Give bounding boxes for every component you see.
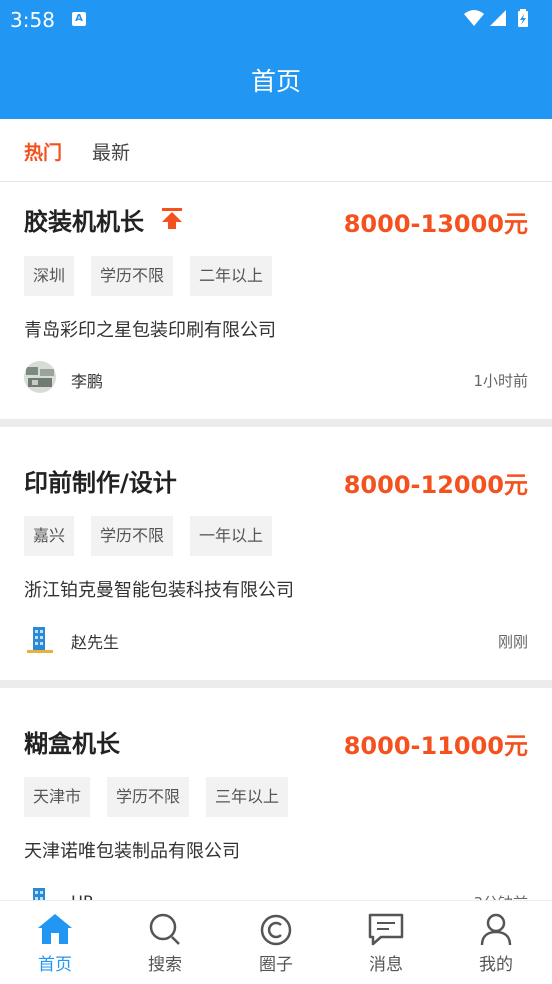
home-icon bbox=[38, 914, 72, 944]
nav-search-label: 搜索 bbox=[148, 955, 182, 975]
nav-search[interactable]: 搜索 bbox=[110, 901, 220, 984]
nav-messages[interactable]: 消息 bbox=[331, 901, 441, 984]
a-letter-icon: A bbox=[72, 12, 86, 26]
nav-circle-label: 圈子 bbox=[259, 955, 293, 975]
nav-me[interactable]: 我的 bbox=[441, 901, 551, 984]
contact-name: HR bbox=[71, 892, 94, 900]
job-tags: 天津市 学历不限 三年以上 bbox=[24, 777, 289, 817]
post-time: 1小时前 bbox=[473, 372, 528, 390]
circle-icon bbox=[260, 914, 292, 946]
post-time: 刚刚 bbox=[497, 633, 528, 651]
job-card[interactable]: 糊盒机长 8000-11000元 天津市 学历不限 三年以上 天津诺唯包装制品有… bbox=[0, 688, 552, 900]
avatar bbox=[24, 361, 56, 393]
message-icon bbox=[368, 913, 404, 946]
job-salary: 8000-11000元 bbox=[343, 732, 528, 760]
tag-location: 深圳 bbox=[24, 256, 75, 296]
job-title: 糊盒机长 bbox=[24, 730, 120, 758]
status-bar: 3:58 A bbox=[0, 0, 552, 38]
tag-location: 嘉兴 bbox=[24, 516, 75, 556]
job-title: 胶装机机长 bbox=[24, 208, 144, 236]
nav-circle[interactable]: 圈子 bbox=[221, 901, 331, 984]
job-title: 印前制作/设计 bbox=[24, 469, 177, 497]
contact-name: 赵先生 bbox=[71, 633, 120, 652]
nav-me-label: 我的 bbox=[479, 955, 513, 975]
nav-messages-label: 消息 bbox=[369, 955, 403, 975]
status-time: 3:58 bbox=[10, 8, 55, 32]
tab-hot[interactable]: 热门 bbox=[24, 138, 62, 165]
nav-home[interactable]: 首页 bbox=[0, 901, 110, 984]
tab-bar: 热门 最新 bbox=[0, 119, 552, 182]
company-name: 浙江铂克曼智能包装科技有限公司 bbox=[24, 580, 294, 601]
job-tags: 深圳 学历不限 二年以上 bbox=[24, 256, 273, 296]
job-card[interactable]: 印前制作/设计 8000-12000元 嘉兴 学历不限 一年以上 浙江铂克曼智能… bbox=[0, 427, 552, 680]
contact-name: 李鹏 bbox=[71, 372, 104, 391]
job-salary: 8000-12000元 bbox=[343, 471, 528, 499]
building-avatar-icon bbox=[24, 623, 56, 655]
app-bar: 首页 bbox=[0, 38, 552, 119]
post-time: 3分钟前 bbox=[473, 892, 528, 900]
status-icons bbox=[462, 8, 542, 34]
bottom-nav: 首页 搜索 圈子 消息 我的 bbox=[0, 900, 552, 984]
tag-education: 学历不限 bbox=[91, 256, 174, 296]
company-name: 青岛彩印之星包装印刷有限公司 bbox=[24, 320, 276, 341]
job-tags: 嘉兴 学历不限 一年以上 bbox=[24, 516, 273, 556]
tag-experience: 一年以上 bbox=[190, 516, 273, 556]
company-name: 天津诺唯包装制品有限公司 bbox=[24, 841, 240, 862]
tag-location: 天津市 bbox=[24, 777, 91, 817]
search-icon bbox=[149, 913, 180, 945]
tag-education: 学历不限 bbox=[107, 777, 190, 817]
tag-experience: 三年以上 bbox=[206, 777, 289, 817]
tab-latest[interactable]: 最新 bbox=[92, 138, 130, 165]
tag-experience: 二年以上 bbox=[190, 256, 273, 296]
building-avatar-icon bbox=[24, 884, 56, 900]
user-icon bbox=[480, 913, 512, 946]
page-title: 首页 bbox=[250, 67, 301, 96]
job-salary: 8000-13000元 bbox=[343, 210, 528, 238]
job-card[interactable]: 胶装机机长 8000-13000元 深圳 学历不限 二年以上 青岛彩印之星包装印… bbox=[0, 182, 552, 419]
hot-up-arrow-icon bbox=[160, 207, 184, 231]
signal-icon bbox=[490, 10, 506, 26]
tag-education: 学历不限 bbox=[91, 516, 174, 556]
nav-home-label: 首页 bbox=[38, 955, 72, 975]
job-list[interactable]: 胶装机机长 8000-13000元 深圳 学历不限 二年以上 青岛彩印之星包装印… bbox=[0, 182, 552, 900]
wifi-icon bbox=[464, 10, 484, 26]
battery-icon bbox=[518, 9, 528, 27]
